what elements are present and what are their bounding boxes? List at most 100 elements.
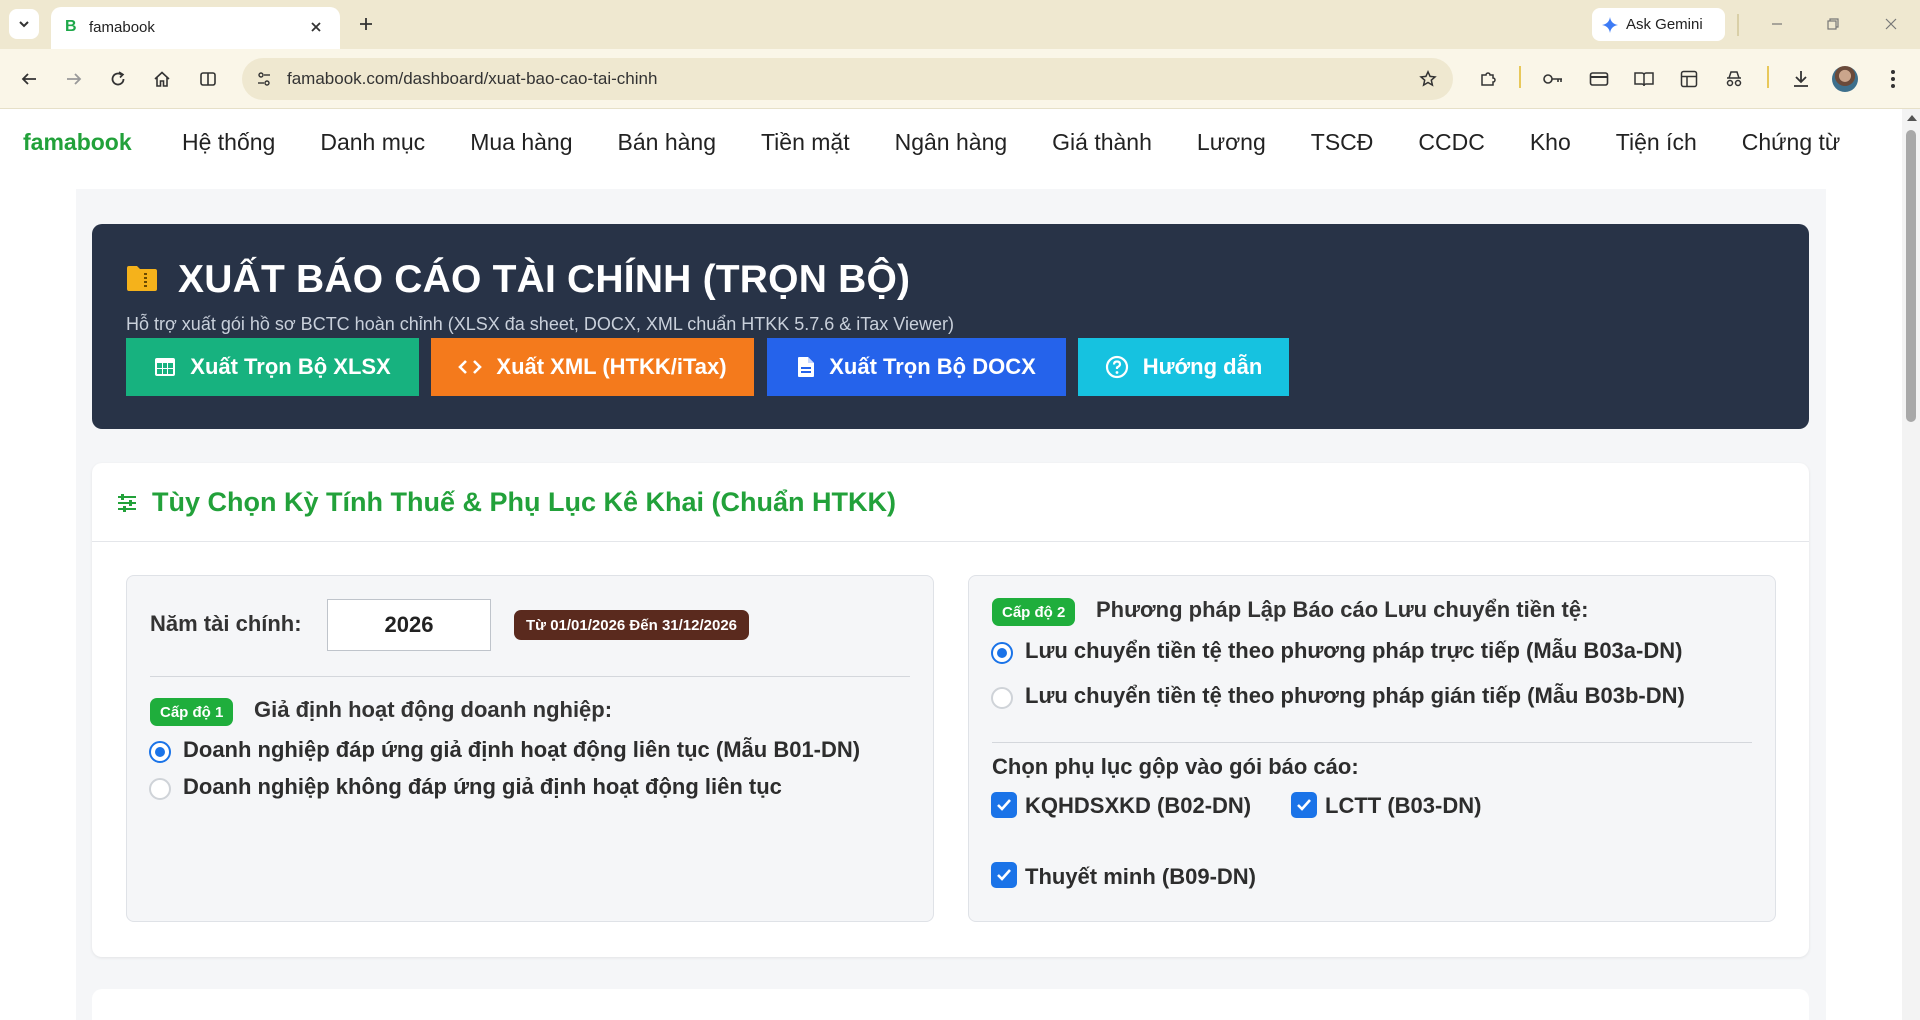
check-icon	[1297, 799, 1311, 811]
menu-kho[interactable]: Kho	[1530, 129, 1571, 156]
back-button[interactable]	[15, 65, 43, 93]
gemini-sparkle-icon	[1602, 16, 1618, 33]
operating-assumption-panel: Năm tài chính: Từ 01/01/2026 Đến 31/12/2…	[126, 575, 934, 922]
main-content: XUẤT BÁO CÁO TÀI CHÍNH (TRỌN BỘ) Hỗ trợ …	[76, 189, 1826, 1020]
check-icon	[997, 799, 1011, 811]
radio-indirect-method-label[interactable]: Lưu chuyển tiền tệ theo phương pháp gián…	[1025, 683, 1685, 709]
split-view-icon	[200, 72, 216, 86]
checkbox-b09-label[interactable]: Thuyết minh (B09-DN)	[1025, 864, 1256, 890]
separator	[1767, 66, 1769, 88]
home-icon	[154, 71, 170, 87]
top-navigation: famabook Hệ thống Danh mục Mua hàng Bán …	[0, 109, 1902, 187]
incognito-icon	[1726, 71, 1742, 87]
menu-tien-mat[interactable]: Tiền mặt	[761, 129, 850, 156]
menu-chung-tu[interactable]: Chứng từ	[1742, 129, 1841, 156]
level-badge: Cấp độ 1	[150, 698, 234, 726]
assumption-heading: Giả định hoạt động doanh nghiệp:	[254, 697, 613, 722]
minimize-button[interactable]	[1762, 10, 1792, 38]
menu-ngan-hang[interactable]: Ngân hàng	[895, 129, 1008, 156]
menu-mua-hang[interactable]: Mua hàng	[470, 129, 572, 156]
checkbox-b02[interactable]	[991, 792, 1017, 818]
reading-mode-button[interactable]	[1630, 65, 1658, 93]
checkbox-b02-label[interactable]: KQHDSXKD (B02-DN)	[1025, 793, 1251, 819]
credit-card-icon	[1589, 72, 1609, 86]
radio-going-concern-label[interactable]: Doanh nghiệp đáp ứng giả định hoạt động …	[183, 737, 860, 763]
restore-button[interactable]	[1818, 10, 1848, 38]
tax-period-options-card: Tùy Chọn Kỳ Tính Thuế & Phụ Lục Kê Khai …	[92, 463, 1809, 957]
brand-logo[interactable]: famabook	[23, 129, 132, 156]
export-docx-button[interactable]: Xuất Trọn Bộ DOCX	[767, 338, 1066, 396]
tab-search-button[interactable]	[9, 9, 39, 39]
close-window-button[interactable]	[1876, 10, 1906, 38]
menu-tien-ich[interactable]: Tiện ích	[1616, 129, 1697, 156]
menu-tscd[interactable]: TSCĐ	[1311, 129, 1374, 156]
radio-direct-method-label[interactable]: Lưu chuyển tiền tệ theo phương pháp trực…	[1025, 638, 1682, 664]
page-scrollbar[interactable]	[1902, 109, 1920, 1020]
menu-ccdc[interactable]: CCDC	[1418, 129, 1484, 156]
fiscal-year-input[interactable]	[327, 599, 491, 651]
downloads-button[interactable]	[1787, 65, 1815, 93]
page-subtitle: Hỗ trợ xuất gói hồ sơ BCTC hoàn chỉnh (X…	[126, 314, 954, 334]
more-vertical-icon	[1891, 70, 1895, 88]
split-view-button[interactable]	[194, 65, 222, 93]
scroll-up-arrow-icon[interactable]	[1907, 115, 1917, 121]
close-icon	[311, 22, 321, 32]
radio-not-going-concern-label[interactable]: Doanh nghiệp không đáp ứng giả định hoạt…	[183, 774, 782, 800]
document-icon	[798, 357, 815, 377]
bookmark-button[interactable]	[1415, 66, 1441, 92]
code-icon	[458, 360, 483, 374]
radio-direct-method[interactable]	[991, 642, 1013, 664]
reload-button[interactable]	[104, 65, 132, 93]
ask-gemini-button[interactable]: Ask Gemini	[1592, 8, 1725, 41]
star-icon	[1419, 70, 1437, 87]
cashflow-method-heading: Phương pháp Lập Báo cáo Lưu chuyển tiền …	[1096, 597, 1589, 622]
tab-close-button[interactable]	[306, 17, 326, 37]
export-xml-button[interactable]: Xuất XML (HTKK/iTax)	[431, 338, 754, 396]
scrollbar-thumb[interactable]	[1906, 130, 1916, 422]
extensions-button[interactable]	[1474, 65, 1502, 93]
profile-avatar[interactable]	[1832, 66, 1858, 92]
export-xlsx-label: Xuất Trọn Bộ XLSX	[190, 354, 391, 379]
incognito-button[interactable]	[1720, 65, 1748, 93]
checkbox-b03-label[interactable]: LCTT (B03-DN)	[1325, 793, 1481, 819]
new-tab-button[interactable]	[353, 11, 379, 37]
table-icon	[155, 358, 176, 376]
folder-icon	[127, 266, 157, 291]
chrome-menu-button[interactable]	[1879, 65, 1907, 93]
table-view-button[interactable]	[1675, 65, 1703, 93]
menu-danh-muc[interactable]: Danh mục	[320, 129, 425, 156]
arrow-left-icon	[21, 73, 36, 85]
site-info-button[interactable]	[250, 65, 278, 93]
passwords-button[interactable]	[1539, 65, 1567, 93]
url-text[interactable]: famabook.com/dashboard/xuat-bao-cao-tai-…	[287, 69, 657, 89]
export-xlsx-button[interactable]: Xuất Trọn Bộ XLSX	[126, 338, 419, 396]
puzzle-icon	[1481, 72, 1496, 86]
browser-tabstrip: B famabook Ask Gemini	[0, 0, 1920, 49]
separator	[1737, 14, 1739, 36]
radio-going-concern[interactable]	[149, 741, 171, 763]
home-button[interactable]	[148, 65, 176, 93]
guide-button[interactable]: Hướng dẫn	[1078, 338, 1289, 396]
address-bar[interactable]: famabook.com/dashboard/xuat-bao-cao-tai-…	[242, 58, 1453, 100]
menu-luong[interactable]: Lương	[1197, 129, 1266, 156]
forward-button[interactable]	[60, 65, 88, 93]
checkbox-b09[interactable]	[991, 862, 1017, 888]
payment-methods-button[interactable]	[1585, 65, 1613, 93]
reload-icon	[111, 71, 125, 86]
sliders-icon	[118, 494, 136, 512]
minimize-icon	[1772, 23, 1782, 25]
tab-title: famabook	[89, 19, 155, 36]
browser-tab[interactable]: B famabook	[51, 7, 340, 49]
checkbox-b03[interactable]	[1291, 792, 1317, 818]
radio-not-going-concern[interactable]	[149, 778, 171, 800]
appendix-heading: Chọn phụ lục gộp vào gói báo cáo:	[992, 754, 1359, 779]
radio-indirect-method[interactable]	[991, 687, 1013, 709]
menu-ban-hang[interactable]: Bán hàng	[618, 129, 716, 156]
menu-gia-thanh[interactable]: Giá thành	[1052, 129, 1152, 156]
chevron-down-icon	[19, 21, 29, 28]
export-xml-label: Xuất XML (HTKK/iTax)	[496, 354, 727, 379]
menu-he-thong[interactable]: Hệ thống	[182, 129, 275, 156]
restore-icon	[1827, 18, 1839, 30]
level-badge: Cấp độ 2	[992, 598, 1076, 626]
browser-toolbar: famabook.com/dashboard/xuat-bao-cao-tai-…	[0, 49, 1920, 109]
